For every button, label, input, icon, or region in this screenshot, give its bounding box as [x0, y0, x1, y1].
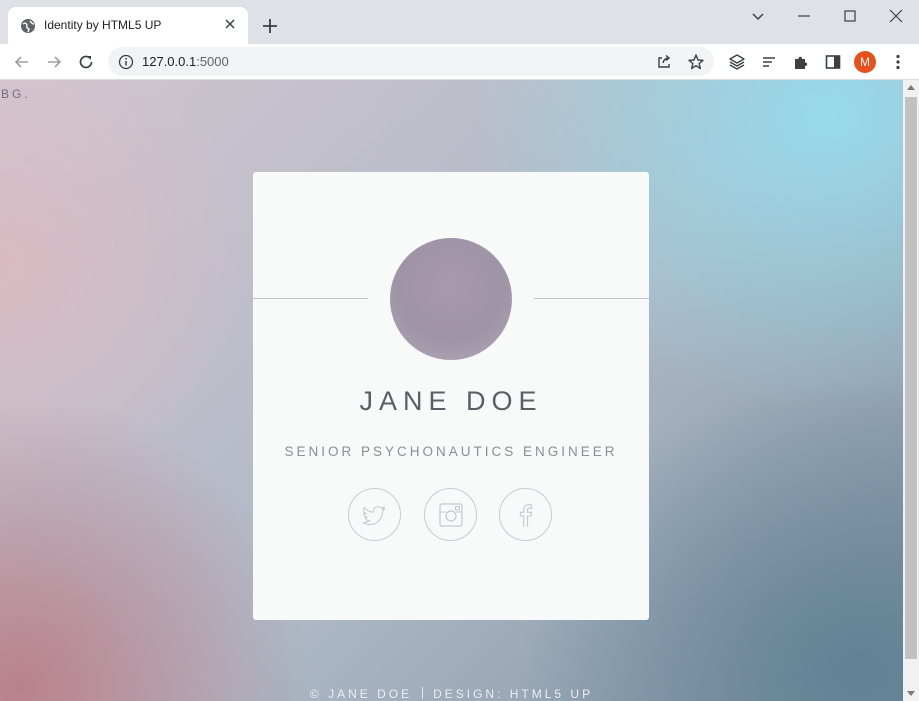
share-icon[interactable] — [654, 52, 674, 72]
globe-icon — [21, 19, 35, 33]
divider-left — [253, 298, 368, 299]
maximize-icon[interactable] — [840, 6, 860, 26]
bg-label: BG. — [1, 87, 31, 101]
tab-strip: Identity by HTML5 UP — [0, 0, 919, 44]
scroll-up-arrow[interactable] — [907, 85, 915, 90]
minimize-icon[interactable] — [794, 6, 814, 26]
address-bar[interactable]: 127.0.0.1:5000 — [108, 47, 714, 76]
url-host: 127.0.0.1 — [142, 54, 197, 69]
instagram-link[interactable] — [424, 488, 477, 541]
profile-avatar-image — [390, 238, 512, 360]
star-icon[interactable] — [686, 52, 706, 72]
instagram-icon — [439, 503, 463, 527]
footer-design-link[interactable]: DESIGN: HTML5 UP — [433, 687, 593, 701]
browser-toolbar: 127.0.0.1:5000 M — [0, 44, 919, 80]
info-icon[interactable] — [118, 54, 134, 70]
chevron-down-icon[interactable] — [748, 6, 768, 26]
profile-name: JANE DOE — [359, 386, 543, 416]
reload-icon[interactable] — [76, 52, 96, 72]
lines-icon[interactable] — [759, 52, 779, 72]
layers-icon[interactable] — [727, 52, 747, 72]
scroll-thumb[interactable] — [905, 97, 917, 659]
arrow-right-icon[interactable] — [44, 52, 64, 72]
profile-card: JANE DOE SENIOR PSYCHONAUTICS ENGINEER — [253, 172, 649, 620]
arrow-left-icon[interactable] — [12, 52, 32, 72]
browser-tab[interactable]: Identity by HTML5 UP — [8, 7, 248, 44]
page-viewport: BG. JANE DOE SENIOR PSYCHONAUTICS ENGINE… — [0, 80, 903, 701]
url-text[interactable]: 127.0.0.1:5000 — [142, 54, 229, 69]
puzzle-icon[interactable] — [791, 52, 811, 72]
plus-icon[interactable] — [260, 16, 280, 36]
divider-right — [534, 298, 649, 299]
kebab-icon[interactable] — [888, 52, 908, 72]
vertical-scrollbar[interactable] — [903, 80, 919, 701]
twitter-icon — [362, 505, 386, 526]
page-footer: © JANE DOE DESIGN: HTML5 UP — [0, 687, 903, 701]
profile-role: SENIOR PSYCHONAUTICS ENGINEER — [284, 444, 618, 459]
footer-copyright: © JANE DOE — [309, 687, 413, 701]
close-icon[interactable] — [222, 16, 238, 32]
facebook-link[interactable] — [499, 488, 552, 541]
tab-title: Identity by HTML5 UP — [44, 18, 162, 32]
profile-avatar[interactable]: M — [854, 51, 876, 73]
scroll-down-arrow[interactable] — [907, 691, 915, 696]
close-window-icon[interactable] — [886, 6, 906, 26]
footer-separator — [422, 687, 424, 699]
facebook-icon — [519, 504, 533, 527]
side-panel-icon[interactable] — [823, 52, 843, 72]
twitter-link[interactable] — [348, 488, 401, 541]
url-port: :5000 — [196, 54, 229, 69]
